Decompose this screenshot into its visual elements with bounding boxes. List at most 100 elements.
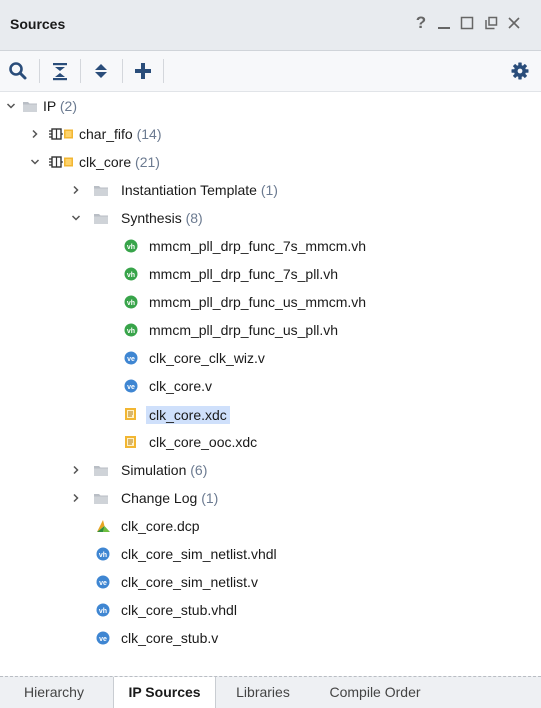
chevron-right-icon[interactable] — [69, 456, 83, 484]
chevron-right-icon[interactable] — [28, 120, 42, 148]
tree-count: (8) — [185, 210, 203, 226]
verilog-icon: ve — [123, 351, 139, 365]
tree-file[interactable]: vh clk_core_sim_netlist.vhdl — [0, 540, 541, 568]
tree-file[interactable]: vh mmcm_pll_drp_func_7s_mmcm.vh — [0, 232, 541, 260]
vhdl-icon: vh — [95, 547, 111, 561]
tree-count: (1) — [201, 490, 219, 506]
tree-file-label: clk_core_ooc.xdc — [149, 434, 258, 450]
collapse-all-icon[interactable] — [48, 59, 72, 83]
tree-file-label: mmcm_pll_drp_func_7s_mmcm.vh — [149, 238, 367, 254]
svg-text:ve: ve — [99, 580, 107, 587]
tree-file[interactable]: vh clk_core_stub.vhdl — [0, 596, 541, 624]
chevron-down-icon[interactable] — [4, 92, 18, 120]
minimize-icon[interactable] — [435, 12, 453, 34]
sources-tree: IP (2) char_fifo (14) clk_core (21) Inst… — [0, 92, 541, 666]
tree-node-synthesis[interactable]: Synthesis (8) — [0, 204, 541, 232]
svg-text:ve: ve — [127, 356, 135, 363]
svg-text:ve: ve — [127, 384, 135, 391]
tree-file-label: clk_core.dcp — [121, 518, 200, 534]
folder-icon — [93, 463, 109, 477]
tree-label: Instantiation Template — [121, 182, 257, 198]
toolbar-divider — [39, 59, 40, 83]
tree-node-change-log[interactable]: Change Log (1) — [0, 484, 541, 512]
svg-text:vh: vh — [127, 244, 135, 251]
verilog-header-icon: vh — [123, 239, 139, 253]
float-icon[interactable] — [482, 12, 500, 34]
tree-file-label: clk_core_clk_wiz.v — [149, 350, 265, 366]
verilog-icon: ve — [95, 631, 111, 645]
tree-file[interactable]: ve clk_core.v — [0, 372, 541, 400]
tree-file[interactable]: clk_core.dcp — [0, 512, 541, 540]
tree-file-label: clk_core_sim_netlist.vhdl — [121, 546, 277, 562]
tree-count: (2) — [59, 98, 77, 114]
tree-count: (21) — [135, 154, 160, 170]
panel-header: Sources ? — [0, 0, 541, 51]
tree-file-label: mmcm_pll_drp_func_us_pll.vh — [149, 322, 339, 338]
svg-text:vh: vh — [127, 328, 135, 335]
folder-icon — [93, 183, 109, 197]
tree-file-label: clk_core.xdc — [146, 406, 230, 424]
sources-tabbar: Hierarchy IP Sources Libraries Compile O… — [0, 676, 541, 708]
gear-icon[interactable] — [508, 59, 532, 83]
folder-icon — [93, 211, 109, 225]
toolbar-divider — [163, 59, 164, 83]
tree-file[interactable]: ve clk_core_clk_wiz.v — [0, 344, 541, 372]
chevron-down-icon[interactable] — [69, 204, 83, 232]
ip-core-icon — [48, 155, 76, 169]
tree-file-label: clk_core_stub.v — [121, 630, 219, 646]
tree-count: (14) — [136, 126, 162, 142]
chevron-right-icon[interactable] — [69, 484, 83, 512]
svg-text:ve: ve — [99, 636, 107, 643]
checkpoint-icon — [95, 519, 111, 533]
tree-label: Synthesis — [121, 210, 182, 226]
vhdl-icon: vh — [95, 603, 111, 617]
tab-hierarchy[interactable]: Hierarchy — [0, 677, 108, 708]
folder-icon — [93, 491, 109, 505]
chevron-down-icon[interactable] — [28, 148, 42, 176]
maximize-icon[interactable] — [458, 12, 476, 34]
verilog-header-icon: vh — [123, 295, 139, 309]
add-icon[interactable] — [131, 59, 155, 83]
verilog-header-icon: vh — [123, 323, 139, 337]
tree-label: clk_core — [79, 154, 132, 170]
help-button[interactable]: ? — [413, 12, 429, 34]
constraints-file-icon — [123, 435, 139, 449]
tree-file[interactable]: vh mmcm_pll_drp_func_us_mmcm.vh — [0, 288, 541, 316]
tree-node-instantiation-template[interactable]: Instantiation Template (1) — [0, 176, 541, 204]
tree-label: IP — [43, 98, 56, 114]
svg-text:vh: vh — [99, 552, 107, 559]
svg-text:vh: vh — [99, 608, 107, 615]
svg-text:vh: vh — [127, 272, 135, 279]
svg-text:vh: vh — [127, 300, 135, 307]
tree-file-label: clk_core_sim_netlist.v — [121, 574, 258, 590]
tree-file-label: mmcm_pll_drp_func_7s_pll.vh — [149, 266, 339, 282]
tree-file-label: mmcm_pll_drp_func_us_mmcm.vh — [149, 294, 367, 310]
tree-node-simulation[interactable]: Simulation (6) — [0, 456, 541, 484]
tree-file-selected[interactable]: clk_core.xdc — [0, 400, 541, 428]
tree-label: Simulation — [121, 462, 187, 478]
panel-title: Sources — [10, 16, 66, 32]
tree-file[interactable]: vh mmcm_pll_drp_func_7s_pll.vh — [0, 260, 541, 288]
verilog-icon: ve — [123, 379, 139, 393]
search-icon[interactable] — [6, 59, 30, 83]
expand-all-icon[interactable] — [89, 59, 113, 83]
toolbar-divider — [80, 59, 81, 83]
tab-compile-order[interactable]: Compile Order — [312, 677, 438, 708]
tree-node-ip[interactable]: IP (2) — [0, 92, 541, 120]
tree-count: (1) — [260, 182, 278, 198]
constraints-file-icon — [123, 407, 139, 421]
toolbar-divider — [122, 59, 123, 83]
tree-node-char-fifo[interactable]: char_fifo (14) — [0, 120, 541, 148]
chevron-right-icon[interactable] — [69, 176, 83, 204]
tree-file[interactable]: ve clk_core_stub.v — [0, 624, 541, 652]
folder-icon — [22, 99, 38, 113]
tree-file[interactable]: clk_core_ooc.xdc — [0, 428, 541, 456]
tree-label: Change Log — [121, 490, 198, 506]
close-icon[interactable] — [505, 12, 523, 34]
verilog-header-icon: vh — [123, 267, 139, 281]
tree-node-clk-core[interactable]: clk_core (21) — [0, 148, 541, 176]
tab-ip-sources[interactable]: IP Sources — [113, 677, 216, 708]
tree-file[interactable]: ve clk_core_sim_netlist.v — [0, 568, 541, 596]
tree-file[interactable]: vh mmcm_pll_drp_func_us_pll.vh — [0, 316, 541, 344]
tab-libraries[interactable]: Libraries — [220, 677, 306, 708]
